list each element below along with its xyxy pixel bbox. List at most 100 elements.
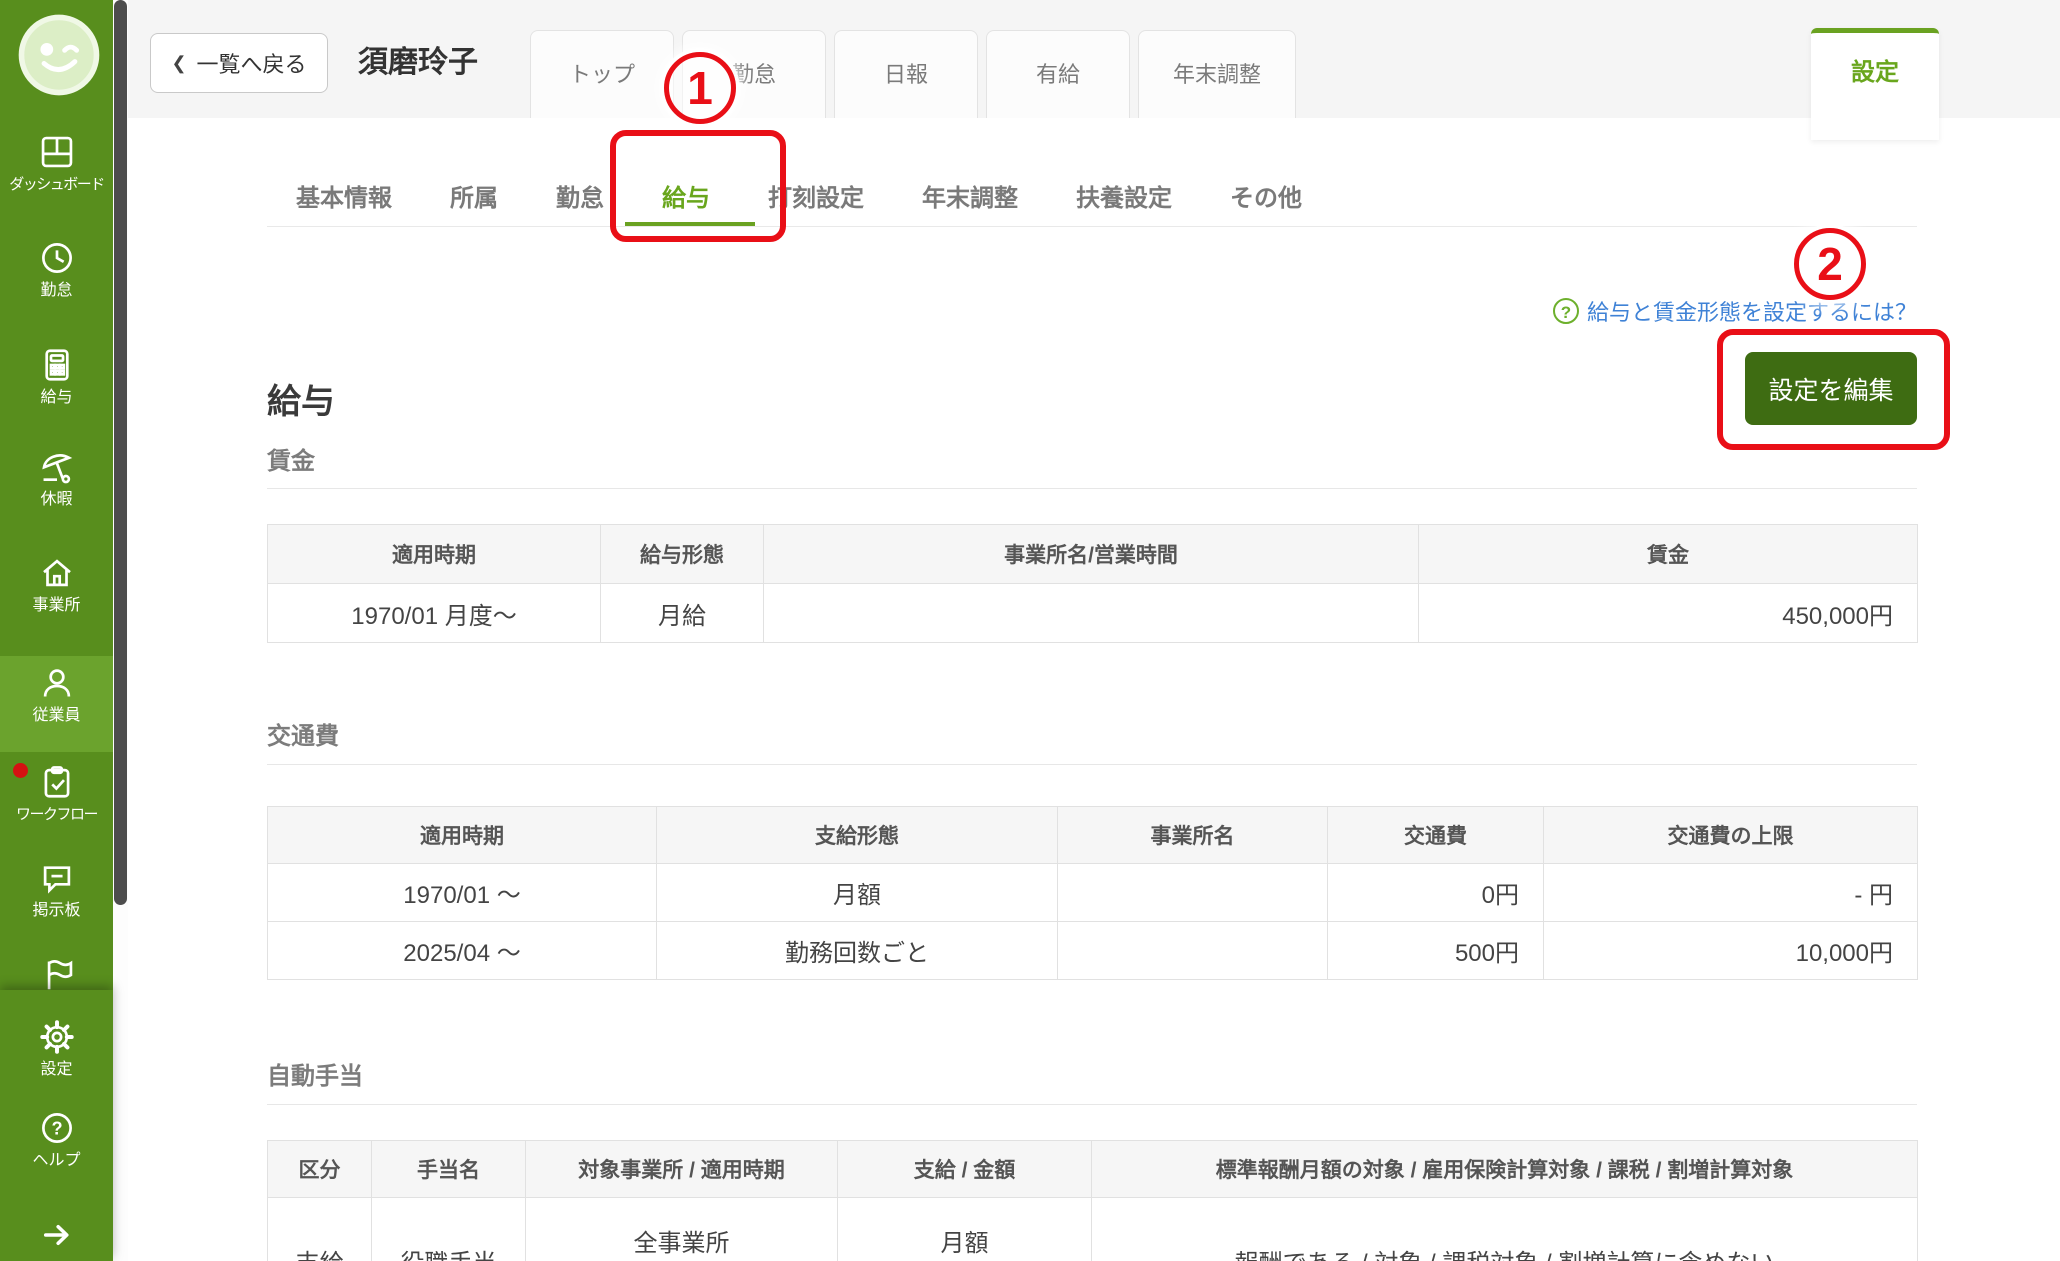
calculator-icon bbox=[38, 346, 76, 384]
column-header: 適用時期 bbox=[268, 807, 657, 864]
cell-payment-type: 月額 bbox=[657, 864, 1058, 922]
subtab-other[interactable]: その他 bbox=[1230, 186, 1302, 212]
subtab-divider bbox=[267, 226, 1917, 227]
main-content: 基本情報 所属 勤怠 給与 打刻設定 年末調整 扶養設定 その他 ? 給与と賃金… bbox=[128, 118, 2060, 1261]
salary-help-link[interactable]: ? 給与と賃金形態を設定するには？ bbox=[1553, 296, 1917, 326]
sidebar-item-label: 休暇 bbox=[0, 490, 113, 510]
sidebar-item-dashboard[interactable]: ダッシュボード bbox=[0, 133, 113, 195]
column-header: 適用時期 bbox=[268, 525, 601, 584]
cell-wage-amount: 450,000円 bbox=[1419, 584, 1918, 643]
arrow-right-icon bbox=[39, 1217, 75, 1253]
flag-icon bbox=[38, 956, 76, 994]
sidebar-item-settings[interactable]: 設定 bbox=[0, 1018, 113, 1080]
speech-bubble-icon bbox=[38, 859, 76, 897]
section-label-wage: 賃金 bbox=[267, 448, 315, 476]
section-divider bbox=[267, 764, 1917, 765]
wink-face-icon bbox=[14, 10, 104, 100]
cell-salary-type: 月給 bbox=[601, 584, 764, 643]
employee-name: 須磨玲子 bbox=[358, 0, 478, 118]
sidebar-item-board[interactable]: 掲示板 bbox=[0, 859, 113, 921]
column-header: 事業所名 bbox=[1058, 807, 1328, 864]
allowance-table: 区分 手当名 対象事業所 / 適用時期 支給 / 金額 標準報酬月額の対象 / … bbox=[267, 1140, 1918, 1261]
subtab-dependents[interactable]: 扶養設定 bbox=[1076, 186, 1172, 212]
annotation-number-2: 2 bbox=[1817, 237, 1843, 291]
home-icon bbox=[38, 554, 76, 592]
column-header: 交通費の上限 bbox=[1544, 807, 1918, 864]
tab-daily-report[interactable]: 日報 bbox=[834, 30, 978, 118]
subtab-bar: 基本情報 所属 勤怠 給与 打刻設定 年末調整 扶養設定 その他 bbox=[296, 186, 1302, 212]
sidebar-item-label: 掲示板 bbox=[0, 901, 113, 921]
clock-icon bbox=[38, 239, 76, 277]
cell-period: 1970/01 月度〜 bbox=[268, 584, 601, 643]
avatar[interactable] bbox=[14, 10, 104, 100]
sidebar-scrollbar-thumb[interactable] bbox=[114, 0, 127, 905]
table-header-row: 適用時期 給与形態 事業所名/営業時間 賃金 bbox=[268, 525, 1918, 584]
column-header: 対象事業所 / 適用時期 bbox=[526, 1141, 838, 1198]
cell-office bbox=[1058, 864, 1328, 922]
subtab-attendance[interactable]: 勤怠 bbox=[556, 186, 604, 212]
sidebar-item-leave[interactable]: 休暇 bbox=[0, 448, 113, 510]
cell-payment-amount: 月額 20,000円 bbox=[838, 1198, 1092, 1261]
annotation-box-edit-button bbox=[1717, 329, 1950, 450]
sidebar-item-employees[interactable]: 従業員 bbox=[0, 664, 113, 726]
table-row: 1970/01 〜 月額 0円 - 円 bbox=[268, 864, 1918, 922]
sidebar-item-label: 事業所 bbox=[0, 596, 113, 616]
column-header: 手当名 bbox=[372, 1141, 526, 1198]
sidebar-item-label: 給与 bbox=[0, 388, 113, 408]
chevron-left-icon: ❮ bbox=[171, 53, 186, 74]
table-header-row: 適用時期 支給形態 事業所名 交通費 交通費の上限 bbox=[268, 807, 1918, 864]
sidebar-item-label: ワークフロー bbox=[0, 805, 113, 825]
cell-commute-amount: 500円 bbox=[1328, 922, 1544, 980]
column-header: 区分 bbox=[268, 1141, 372, 1198]
sidebar-collapse-button[interactable] bbox=[0, 1217, 113, 1253]
subtab-basic-info[interactable]: 基本情報 bbox=[296, 186, 392, 212]
section-label-allowance: 自動手当 bbox=[267, 1063, 363, 1091]
workflow-notification-dot bbox=[13, 763, 28, 778]
cell-commute-limit: 10,000円 bbox=[1544, 922, 1918, 980]
sidebar-bottom-group: 設定 ? ヘルプ bbox=[0, 990, 113, 1261]
back-button-label: 一覧へ戻る bbox=[197, 47, 307, 79]
cell-office-period: 全事業所 2022/01 〜 bbox=[526, 1198, 838, 1261]
table-row: 1970/01 月度〜 月給 450,000円 bbox=[268, 584, 1918, 643]
column-header: 賃金 bbox=[1419, 525, 1918, 584]
sidebar-item-help[interactable]: ? ヘルプ bbox=[0, 1109, 113, 1171]
employee-salary-settings-page: ダッシュボード 勤怠 給与 休暇 bbox=[0, 0, 2060, 1261]
back-to-list-button[interactable]: ❮ 一覧へ戻る bbox=[150, 33, 328, 93]
cell-commute-amount: 0円 bbox=[1328, 864, 1544, 922]
subtab-year-end[interactable]: 年末調整 bbox=[922, 186, 1018, 212]
column-header: 支給形態 bbox=[657, 807, 1058, 864]
column-header: 事業所名/営業時間 bbox=[764, 525, 1419, 584]
cell-period: 1970/01 〜 bbox=[268, 864, 657, 922]
commute-table: 適用時期 支給形態 事業所名 交通費 交通費の上限 1970/01 〜 月額 0… bbox=[267, 806, 1918, 980]
table-header-row: 区分 手当名 対象事業所 / 適用時期 支給 / 金額 標準報酬月額の対象 / … bbox=[268, 1141, 1918, 1198]
tab-paid-leave[interactable]: 有給 bbox=[986, 30, 1130, 118]
annotation-circle-1: 1 bbox=[664, 52, 736, 124]
section-divider bbox=[267, 1104, 1917, 1105]
cell-payment-line: 月額 bbox=[838, 1228, 1091, 1260]
question-circle-icon: ? bbox=[1553, 298, 1579, 324]
sidebar-item-offices[interactable]: 事業所 bbox=[0, 554, 113, 616]
subtab-affiliation[interactable]: 所属 bbox=[450, 186, 498, 212]
cell-office bbox=[764, 584, 1419, 643]
section-label-commute: 交通費 bbox=[267, 723, 339, 751]
cell-commute-limit: - 円 bbox=[1544, 864, 1918, 922]
sidebar-item-payroll[interactable]: 給与 bbox=[0, 346, 113, 408]
workflow-icon bbox=[38, 763, 76, 801]
sidebar-item-label: ヘルプ bbox=[0, 1151, 113, 1171]
cell-office-line: 全事業所 bbox=[526, 1228, 837, 1260]
tab-top[interactable]: トップ bbox=[530, 30, 674, 118]
tab-year-end[interactable]: 年末調整 bbox=[1138, 30, 1296, 118]
table-row: 2025/04 〜 勤務回数ごと 500円 10,000円 bbox=[268, 922, 1918, 980]
cell-category: 支給 bbox=[268, 1198, 372, 1261]
sidebar-item-attendance[interactable]: 勤怠 bbox=[0, 239, 113, 301]
header: ❮ 一覧へ戻る 須磨玲子 トップ 勤怠 日報 有給 年末調整 設定 bbox=[128, 0, 2060, 119]
cell-flags: 報酬である / 対象 / 課税対象 / 割増計算に含めない bbox=[1092, 1198, 1918, 1261]
sidebar-item-flag[interactable] bbox=[0, 956, 113, 994]
person-icon bbox=[38, 664, 76, 702]
annotation-number-1: 1 bbox=[687, 61, 713, 115]
svg-text:?: ? bbox=[51, 1118, 62, 1138]
sidebar-item-label: 勤怠 bbox=[0, 281, 113, 301]
tab-settings[interactable]: 設定 bbox=[1811, 28, 1939, 140]
cell-allowance-name: 役職手当 bbox=[372, 1198, 526, 1261]
gear-icon bbox=[38, 1018, 76, 1056]
